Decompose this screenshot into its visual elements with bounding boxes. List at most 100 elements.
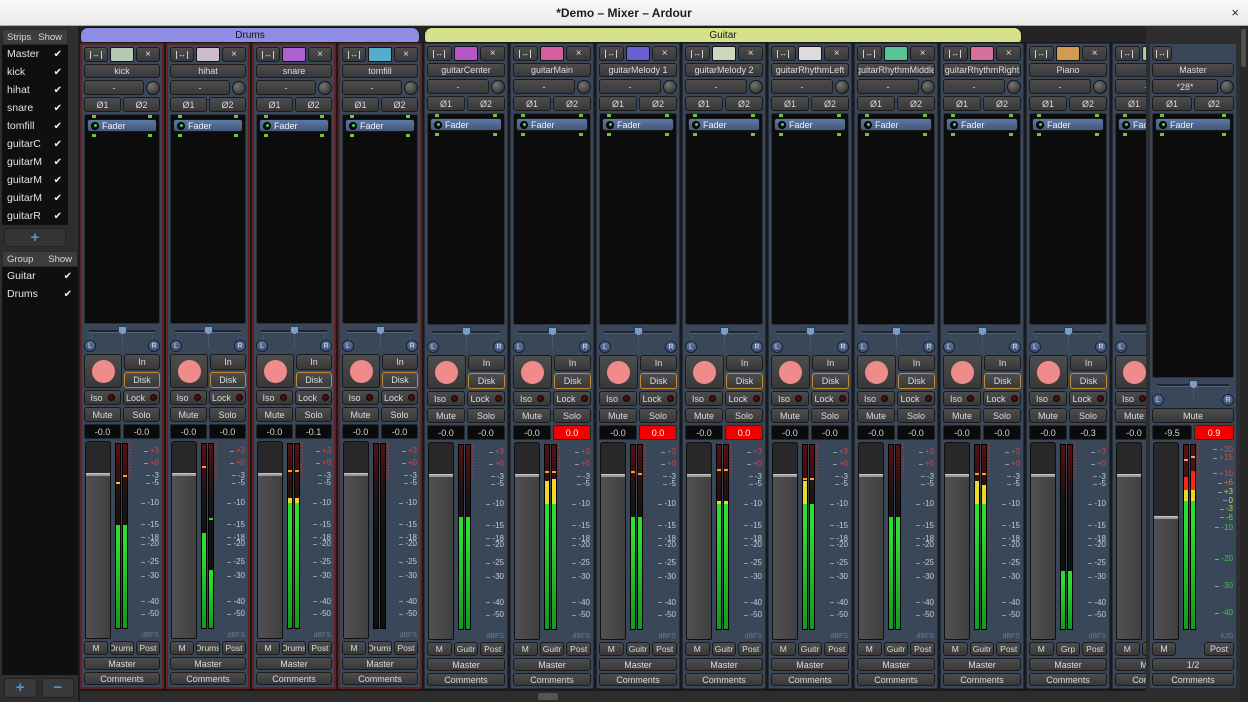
output-button[interactable]: Master bbox=[513, 658, 591, 671]
monitor-input-button[interactable]: In bbox=[296, 354, 332, 370]
show-checkmark[interactable]: ✔ bbox=[54, 193, 62, 204]
monitor-disk-button[interactable]: Disk bbox=[124, 372, 160, 388]
pan-widget[interactable]: L R bbox=[685, 327, 763, 353]
show-checkmark[interactable]: ✔ bbox=[54, 139, 62, 150]
pan-widget[interactable]: L R bbox=[513, 327, 591, 353]
remove-group-button[interactable]: − bbox=[42, 678, 75, 698]
strip-close-button[interactable]: × bbox=[308, 47, 332, 62]
processor-box[interactable]: Fader bbox=[427, 113, 505, 325]
comments-button[interactable]: Comments bbox=[513, 673, 591, 686]
pan-widget[interactable]: L R bbox=[857, 327, 935, 353]
fader-processor[interactable]: Fader bbox=[688, 118, 760, 131]
solo-lock-button[interactable]: Lock bbox=[381, 390, 418, 405]
pan-left-button[interactable]: L bbox=[256, 340, 268, 352]
pan-right-button[interactable]: R bbox=[923, 341, 935, 353]
gain-display[interactable]: -0.0 bbox=[685, 425, 723, 440]
input-button[interactable]: - bbox=[771, 79, 833, 94]
pan-track[interactable] bbox=[427, 327, 505, 336]
record-arm-button[interactable] bbox=[857, 355, 896, 389]
solo-isolate-button[interactable]: Iso bbox=[427, 391, 465, 406]
pan-widget[interactable]: L R bbox=[427, 327, 505, 353]
group-button[interactable]: Drums bbox=[368, 641, 392, 655]
comments-button[interactable]: Comments bbox=[1115, 673, 1146, 686]
pan-left-button[interactable]: L bbox=[685, 341, 697, 353]
strip-name-button[interactable]: guitarMain bbox=[513, 63, 591, 77]
strip-name-button[interactable]: tomfill bbox=[342, 64, 418, 78]
strip-width-button[interactable]: ↔ bbox=[599, 46, 624, 61]
solo-isolate-button[interactable]: Iso bbox=[256, 390, 293, 405]
meter-point-button[interactable]: Post bbox=[480, 642, 505, 656]
strip-width-button[interactable]: ↔ bbox=[342, 47, 366, 62]
pan-track[interactable] bbox=[513, 327, 591, 336]
gain-display[interactable]: -0.0 bbox=[84, 424, 121, 439]
strips-list-item[interactable]: guitarM✔ bbox=[2, 189, 68, 207]
show-checkmark[interactable]: ✔ bbox=[54, 121, 62, 132]
fader-processor[interactable]: Fader bbox=[860, 118, 932, 131]
input-button[interactable]: - bbox=[427, 79, 489, 94]
fader-handle[interactable] bbox=[1031, 474, 1055, 477]
processor-box[interactable]: Fader bbox=[771, 113, 849, 325]
strips-list-item[interactable]: guitarR✔ bbox=[2, 207, 68, 225]
solo-isolate-button[interactable]: Iso bbox=[685, 391, 723, 406]
phase-1-button[interactable]: Ø1 bbox=[84, 97, 121, 112]
solo-button[interactable]: Solo bbox=[725, 408, 763, 423]
fader-processor[interactable]: Fader bbox=[430, 118, 502, 131]
mute-button[interactable]: Mute bbox=[1029, 408, 1067, 423]
pan-left-button[interactable]: L bbox=[943, 341, 955, 353]
pan-right-button[interactable]: R bbox=[751, 341, 763, 353]
strips-list-item[interactable]: Master✔ bbox=[2, 45, 68, 63]
strip-name-button[interactable]: kick bbox=[84, 64, 160, 78]
record-arm-button[interactable] bbox=[599, 355, 638, 389]
gain-fader[interactable] bbox=[858, 442, 884, 640]
phase-2-button[interactable]: Ø2 bbox=[639, 96, 677, 111]
peak-display[interactable]: 0.0 bbox=[639, 425, 677, 440]
strip-name-button[interactable]: guitarRhythmRight bbox=[943, 63, 1021, 77]
comments-button[interactable]: Comments bbox=[771, 673, 849, 686]
gain-display[interactable]: -0.0 bbox=[513, 425, 551, 440]
pan-track[interactable] bbox=[685, 327, 763, 336]
pan-handle[interactable] bbox=[548, 327, 557, 336]
phase-2-button[interactable]: Ø2 bbox=[1194, 96, 1234, 111]
peak-display[interactable]: -0.0 bbox=[123, 424, 160, 439]
fader-processor[interactable]: Fader bbox=[774, 118, 846, 131]
pan-handle[interactable] bbox=[1189, 380, 1198, 389]
monitor-input-button[interactable]: In bbox=[1070, 355, 1107, 371]
processor-active-led[interactable] bbox=[1036, 121, 1044, 129]
monitor-input-button[interactable]: In bbox=[124, 354, 160, 370]
trim-knob[interactable] bbox=[232, 81, 246, 95]
pan-track[interactable] bbox=[943, 327, 1021, 336]
phase-1-button[interactable]: Ø1 bbox=[256, 97, 293, 112]
mute-button[interactable]: Mute bbox=[84, 407, 121, 422]
processor-box[interactable]: Fader bbox=[170, 114, 246, 324]
strip-close-button[interactable]: × bbox=[394, 47, 418, 62]
mute-button[interactable]: Mute bbox=[513, 408, 551, 423]
strip-close-button[interactable]: × bbox=[652, 46, 677, 61]
pan-left-button[interactable]: L bbox=[342, 340, 354, 352]
pan-right-button[interactable]: R bbox=[1095, 341, 1107, 353]
processor-box[interactable]: Fader bbox=[513, 113, 591, 325]
mute-button[interactable]: Mute bbox=[342, 407, 379, 422]
solo-isolate-button[interactable]: Iso bbox=[857, 391, 895, 406]
fader-handle[interactable] bbox=[945, 474, 969, 477]
pan-right-button[interactable]: R bbox=[406, 340, 418, 352]
fader-processor[interactable]: Fader bbox=[1032, 118, 1104, 131]
mute-button[interactable]: Mute bbox=[599, 408, 637, 423]
output-button[interactable]: Master bbox=[1029, 658, 1107, 671]
show-checkmark[interactable]: ✔ bbox=[54, 49, 62, 60]
solo-lock-button[interactable]: Lock bbox=[897, 391, 935, 406]
output-button[interactable]: Master bbox=[342, 657, 418, 670]
solo-button[interactable]: Solo bbox=[381, 407, 418, 422]
group-button[interactable]: Guitr bbox=[884, 642, 909, 656]
group-button[interactable]: Drums bbox=[196, 641, 220, 655]
gain-display[interactable]: -0.0 bbox=[599, 425, 637, 440]
show-checkmark[interactable]: ✔ bbox=[54, 211, 62, 222]
strip-color-swatch[interactable] bbox=[282, 47, 306, 62]
pan-track[interactable] bbox=[170, 326, 246, 335]
gain-fader[interactable] bbox=[686, 442, 712, 640]
monitor-input-button[interactable]: In bbox=[898, 355, 935, 371]
processor-active-led[interactable] bbox=[91, 122, 99, 130]
solo-button[interactable]: Solo bbox=[295, 407, 332, 422]
processor-active-led[interactable] bbox=[950, 121, 958, 129]
mute-button[interactable]: Mute bbox=[1115, 408, 1146, 423]
gain-fader[interactable] bbox=[1153, 442, 1179, 640]
